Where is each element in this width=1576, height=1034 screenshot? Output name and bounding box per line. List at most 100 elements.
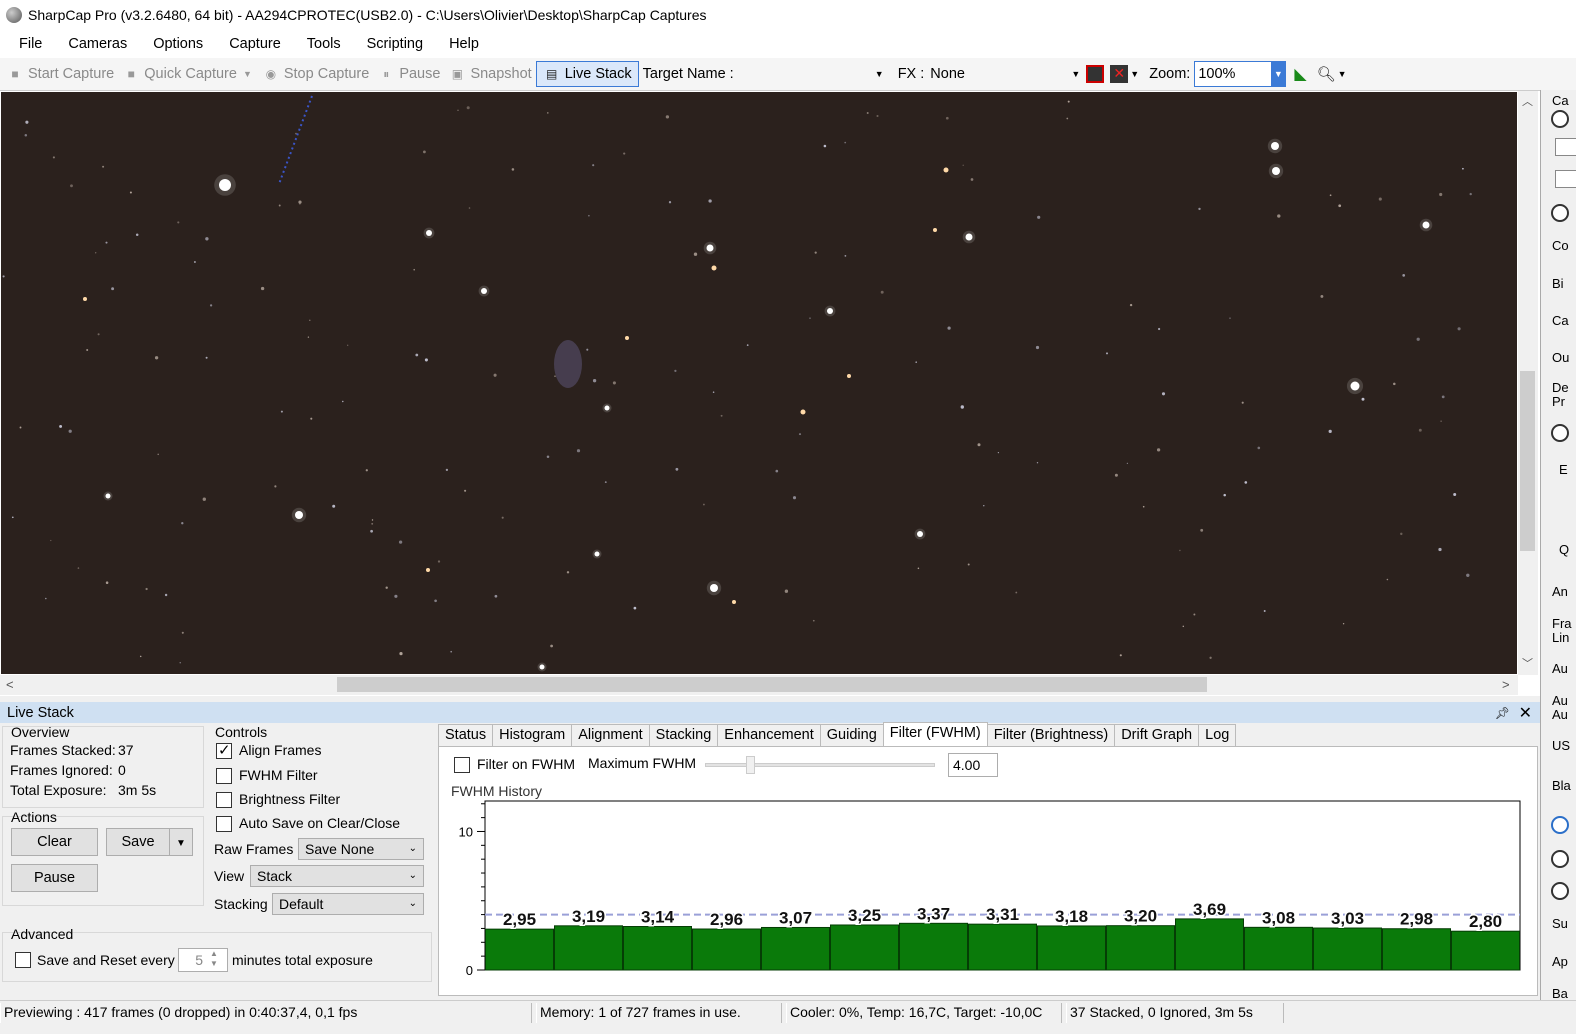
faint-star	[592, 379, 597, 383]
fwhm-data-label: 3,20	[1124, 907, 1157, 926]
faint-star	[844, 254, 847, 257]
scroll-down-icon[interactable]: ﹀	[1522, 655, 1533, 671]
rp-label-13: Au	[1552, 693, 1568, 708]
align-frames-checkbox[interactable]	[216, 741, 232, 759]
view-select[interactable]: Stack ⌄	[250, 865, 424, 887]
stop-capture-button[interactable]: ◉ Stop Capture	[258, 61, 373, 87]
vertical-scrollbar[interactable]: ︿ ﹀	[1518, 91, 1538, 675]
live-image[interactable]	[1, 92, 1517, 674]
fx-combo[interactable]: None ▼	[928, 63, 1082, 85]
menu-options[interactable]: Options	[140, 32, 216, 56]
clear-button[interactable]: Clear	[11, 828, 98, 856]
chevron-down-icon[interactable]: ▼	[1338, 69, 1347, 79]
faint-star	[1320, 294, 1324, 298]
slider-handle[interactable]	[746, 756, 755, 774]
scroll-right-icon[interactable]: >	[1502, 677, 1510, 692]
menu-file[interactable]: File	[6, 32, 55, 56]
histogram-icon[interactable]: ◣	[1294, 64, 1306, 84]
star	[1350, 381, 1360, 391]
star	[426, 568, 430, 572]
faint-star	[668, 201, 672, 204]
menu-capture[interactable]: Capture	[216, 32, 294, 56]
maximum-fwhm-slider[interactable]	[705, 756, 935, 774]
scroll-left-icon[interactable]: <	[6, 677, 14, 692]
quick-capture-button[interactable]: ■ Quick Capture	[118, 61, 241, 87]
fwhm-bar	[1313, 927, 1382, 971]
save-reset-checkbox[interactable]	[15, 952, 31, 968]
filter-on-fwhm-checkbox[interactable]	[454, 757, 470, 773]
expand-icon[interactable]	[1551, 816, 1569, 834]
faint-star	[1157, 327, 1161, 331]
pin-icon[interactable]: 📌︎	[1495, 706, 1510, 720]
tab-status[interactable]: Status	[438, 724, 494, 746]
faint-star	[1338, 204, 1342, 208]
minutes-stepper[interactable]: 5	[178, 948, 228, 972]
horizontal-scrollbar[interactable]: < >	[0, 675, 1518, 695]
faint-star	[19, 426, 22, 429]
star	[83, 297, 87, 301]
close-icon[interactable]: ✕	[1519, 703, 1532, 723]
faint-star	[1378, 197, 1382, 201]
snapshot-button[interactable]: ▣ Snapshot	[444, 61, 535, 87]
brightness-filter-checkbox[interactable]	[216, 792, 232, 808]
faint-star	[371, 522, 374, 525]
scroll-up-icon[interactable]: ︿	[1522, 93, 1533, 109]
tab-guiding[interactable]: Guiding	[819, 724, 884, 746]
quick-capture-dropdown-icon[interactable]: ▼	[243, 69, 252, 79]
start-capture-button[interactable]: ■ Start Capture	[2, 61, 118, 87]
record-overlay-icon[interactable]	[1086, 65, 1105, 83]
expand-icon[interactable]	[1551, 850, 1569, 868]
crosshair-icon[interactable]: ✕	[1110, 65, 1129, 83]
save-button[interactable]: Save	[106, 828, 170, 856]
maximum-fwhm-input[interactable]: 4.00	[948, 753, 998, 777]
tab-histogram[interactable]: Histogram	[492, 724, 573, 746]
tab-alignment[interactable]: Alignment	[571, 724, 650, 746]
faint-star	[809, 317, 811, 319]
faint-star	[866, 112, 869, 114]
menu-scripting[interactable]: Scripting	[354, 32, 436, 56]
camera-icon: ■	[127, 67, 135, 81]
tab-log[interactable]: Log	[1198, 724, 1237, 746]
magnifier-icon[interactable]: 🔍︎	[1317, 65, 1336, 83]
advanced-label: Advanced	[11, 926, 74, 942]
pause-stack-button[interactable]: Pause	[11, 864, 98, 892]
auto-save-checkbox[interactable]	[216, 816, 232, 832]
horizontal-scroll-thumb[interactable]	[337, 677, 1207, 692]
faint-star	[775, 469, 779, 473]
stepper-arrows-icon[interactable]: ▲ ▼	[210, 949, 218, 969]
tab-enhancement[interactable]: Enhancement	[717, 724, 821, 746]
collapse-icon[interactable]	[1551, 110, 1569, 128]
menu-help[interactable]: Help	[436, 32, 492, 56]
zoom-label: Zoom:	[1149, 66, 1191, 82]
tab-stacking[interactable]: Stacking	[648, 724, 719, 746]
tab-filter-fwhm[interactable]: Filter (FWHM)	[882, 722, 988, 746]
rp-button[interactable]	[1555, 170, 1576, 188]
chevron-down-icon[interactable]: ▼	[1130, 69, 1139, 79]
faint-star	[1126, 462, 1129, 465]
zoom-combo[interactable]: 100% ▼	[1194, 61, 1287, 87]
fwhm-bar	[1175, 918, 1244, 971]
menu-cameras[interactable]: Cameras	[55, 32, 140, 56]
expand-icon[interactable]	[1551, 882, 1569, 900]
target-name-combo[interactable]: ▼	[738, 63, 886, 85]
collapse-icon[interactable]	[1551, 204, 1569, 222]
tab-drift-graph[interactable]: Drift Graph	[1114, 724, 1200, 746]
faint-star	[1402, 274, 1406, 277]
faint-star	[274, 485, 277, 488]
faint-star	[876, 114, 879, 118]
pause-capture-button[interactable]: ⏸ Pause	[373, 61, 444, 87]
vertical-scroll-thumb[interactable]	[1520, 371, 1535, 551]
star	[481, 288, 487, 294]
save-dropdown-button[interactable]: ▼	[169, 828, 193, 856]
collapse-icon[interactable]	[1551, 424, 1569, 442]
minutes-suffix-label: minutes total exposure	[232, 952, 373, 968]
live-stack-button[interactable]: ▤ Live Stack	[535, 61, 639, 87]
menu-tools[interactable]: Tools	[294, 32, 354, 56]
faint-star	[1440, 420, 1442, 422]
stacking-select[interactable]: Default ⌄	[272, 893, 424, 915]
fwhm-filter-checkbox[interactable]	[216, 768, 232, 784]
filter-on-fwhm-label: Filter on FWHM	[477, 756, 575, 772]
rp-button[interactable]	[1555, 138, 1576, 156]
raw-frames-select[interactable]: Save None ⌄	[298, 838, 424, 860]
tab-filter-brightness[interactable]: Filter (Brightness)	[986, 724, 1116, 746]
